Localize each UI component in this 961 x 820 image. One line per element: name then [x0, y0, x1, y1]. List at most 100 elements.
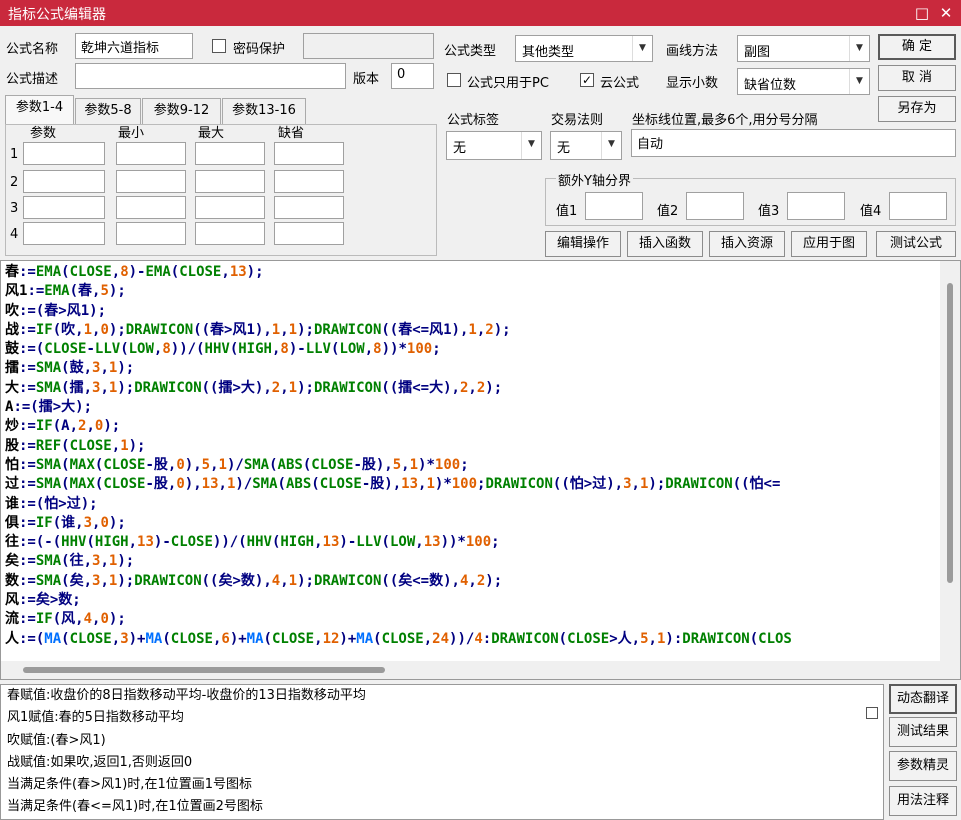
param-wizard-button[interactable]: 参数精灵 [889, 751, 957, 781]
vertical-scrollbar[interactable] [940, 261, 960, 679]
test-formula-button[interactable]: 测试公式 [876, 231, 956, 257]
tab-params-13-16[interactable]: 参数13-16 [222, 98, 306, 124]
param-max-input[interactable] [195, 170, 265, 193]
param-max-input[interactable] [195, 142, 265, 165]
code-token: IF [35, 321, 53, 338]
version-field[interactable]: 0 [391, 63, 434, 89]
code-token: 1 [409, 456, 419, 473]
param-header-max: 最大 [198, 126, 225, 141]
code-token: SMA [35, 360, 62, 377]
param-min-input[interactable] [116, 222, 186, 245]
insert-function-button[interactable]: 插入函数 [627, 231, 703, 257]
code-token: ; [491, 534, 500, 551]
code-line[interactable]: 矣:=SMA(往,3,1); [5, 552, 960, 571]
code-text[interactable]: 春:=EMA(CLOSE,8)-EMA(CLOSE,13); 风1:=EMA(春,… [1, 261, 960, 649]
code-token: CLOSE [311, 456, 354, 473]
code-line[interactable]: 往:=(-(HHV(HIGH,13)-CLOSE))/(HHV(HIGH,13)… [5, 533, 960, 552]
code-line[interactable]: 春:=EMA(CLOSE,8)-EMA(CLOSE,13); [5, 263, 960, 282]
desc-field[interactable] [75, 63, 346, 89]
chevron-down-icon: ▼ [632, 36, 652, 61]
code-line[interactable]: 过:=SMA(MAX(CLOSE-股,0),13,1)/SMA(ABS(CLOS… [5, 475, 960, 494]
param-default-input[interactable] [274, 196, 344, 219]
code-line[interactable]: 风:=矣>数; [5, 591, 960, 610]
y3-field[interactable] [787, 192, 845, 220]
code-line[interactable]: 擂:=SMA(鼓,3,1); [5, 359, 960, 378]
code-token: 吹 [5, 302, 19, 319]
param-name-input[interactable] [23, 196, 105, 219]
code-line[interactable]: 谁:=(怕>过); [5, 495, 960, 514]
horizontal-scrollbar[interactable] [1, 661, 942, 679]
decimal-select[interactable]: 缺省位数 ▼ [737, 68, 870, 95]
code-token: := [19, 379, 36, 396]
tab-params-9-12[interactable]: 参数9-12 [142, 98, 221, 124]
param-name-input[interactable] [23, 222, 105, 245]
code-line[interactable]: A:=(擂>大); [5, 398, 960, 417]
code-token: 5 [100, 283, 109, 300]
tab-params-5-8[interactable]: 参数5-8 [75, 98, 141, 124]
coord-field[interactable]: 自动 [631, 129, 956, 157]
pc-only-checkbox[interactable] [447, 73, 461, 87]
param-name-input[interactable] [23, 170, 105, 193]
draw-select[interactable]: 副图 ▼ [737, 35, 870, 62]
type-select[interactable]: 其他类型 ▼ [515, 35, 653, 62]
code-line[interactable]: 股:=REF(CLOSE,1); [5, 437, 960, 456]
code-line[interactable]: 流:=IF(风,4,0); [5, 610, 960, 629]
y1-field[interactable] [585, 192, 643, 220]
code-token: := [19, 572, 36, 589]
y2-field[interactable] [686, 192, 744, 220]
code-token: 春 [5, 264, 19, 280]
code-line[interactable]: 数:=SMA(矣,3,1);DRAWICON((矣>数),4,1);DRAWIC… [5, 572, 960, 591]
usage-notes-button[interactable]: 用法注释 [889, 786, 957, 816]
param-name-input[interactable] [23, 142, 105, 165]
password-checkbox[interactable] [212, 39, 226, 53]
param-default-input[interactable] [274, 142, 344, 165]
param-max-input[interactable] [195, 196, 265, 219]
param-max-input[interactable] [195, 222, 265, 245]
cancel-button[interactable]: 取 消 [878, 65, 956, 91]
cloud-checkbox[interactable]: ✓ [580, 73, 594, 87]
param-min-input[interactable] [116, 142, 186, 165]
ok-button[interactable]: 确 定 [878, 34, 956, 60]
param-min-input[interactable] [116, 196, 186, 219]
code-token: , [221, 264, 230, 280]
code-token: ( [120, 341, 129, 358]
param-default-input[interactable] [274, 170, 344, 193]
name-field[interactable]: 乾坤六道指标 [75, 33, 193, 59]
scroll-thumb[interactable] [23, 667, 385, 673]
code-line[interactable]: 俱:=IF(谁,3,0); [5, 514, 960, 533]
param-default-input[interactable] [274, 222, 344, 245]
save-as-button[interactable]: 另存为 [878, 96, 956, 122]
code-token: LOW [339, 341, 365, 358]
scroll-thumb[interactable] [947, 283, 953, 583]
code-token: , [415, 534, 424, 551]
code-line[interactable]: 鼓:=(CLOSE-LLV(LOW,8))/(HHV(HIGH,8)-LLV(L… [5, 340, 960, 359]
code-editor[interactable]: 春:=EMA(CLOSE,8)-EMA(CLOSE,13); 风1:=EMA(春,… [0, 260, 961, 680]
code-token: 1 [120, 437, 129, 454]
notes-checkbox[interactable] [866, 707, 878, 719]
code-token: 0 [176, 476, 185, 493]
code-token: 24 [432, 630, 450, 647]
test-results-button[interactable]: 测试结果 [889, 717, 957, 747]
code-token: )- [153, 534, 171, 551]
y4-field[interactable] [889, 192, 947, 220]
code-line[interactable]: 炒:=IF(A,2,0); [5, 417, 960, 436]
apply-to-chart-button[interactable]: 应用于图 [791, 231, 867, 257]
password-field[interactable] [303, 33, 434, 59]
maximize-icon[interactable]: □ [912, 3, 932, 23]
code-line[interactable]: 战:=IF(吹,1,0);DRAWICON((春>风1),1,1);DRAWIC… [5, 321, 960, 340]
param-min-input[interactable] [116, 170, 186, 193]
code-line[interactable]: 吹:=(春>风1); [5, 302, 960, 321]
code-line[interactable]: 怕:=SMA(MAX(CLOSE-股,0),5,1)/SMA(ABS(CLOSE… [5, 456, 960, 475]
code-line[interactable]: 人:=(MA(CLOSE,3)+MA(CLOSE,6)+MA(CLOSE,12)… [5, 630, 960, 649]
tag-select[interactable]: 无 ▼ [446, 131, 542, 160]
insert-resource-button[interactable]: 插入资源 [709, 231, 785, 257]
edit-ops-button[interactable]: 编辑操作 [545, 231, 621, 257]
close-icon[interactable]: ✕ [936, 3, 956, 23]
code-line[interactable]: 大:=SMA(擂,3,1);DRAWICON((擂>大),2,1);DRAWIC… [5, 379, 960, 398]
tab-params-1-4[interactable]: 参数1-4 [5, 95, 74, 125]
code-token: 6 [221, 630, 230, 647]
code-line[interactable]: 风1:=EMA(春,5); [5, 282, 960, 301]
dynamic-translate-button[interactable]: 动态翻译 [889, 684, 957, 714]
trade-select[interactable]: 无 ▼ [550, 131, 622, 160]
code-token: EMA [35, 264, 62, 280]
